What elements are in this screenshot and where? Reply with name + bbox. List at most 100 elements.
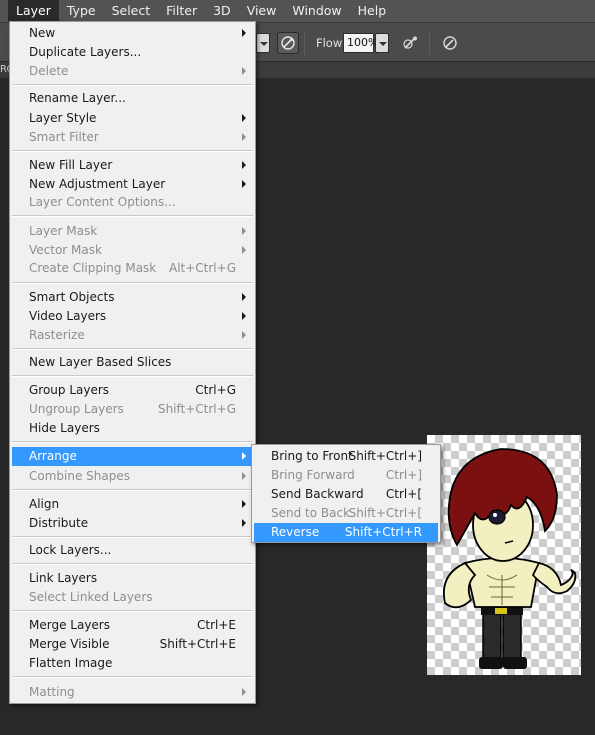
menu-separator <box>12 84 253 86</box>
submenu-arrow-icon <box>242 161 246 169</box>
submenu-arrow-icon <box>242 67 246 75</box>
layer-menu: New Duplicate Layers... Delete Rename La… <box>9 21 256 704</box>
submenu-arrow-icon <box>242 114 246 122</box>
menu-separator <box>12 150 253 152</box>
menu-item-label: Flatten Image <box>29 656 113 670</box>
menu-item-label: Reverse <box>271 525 320 539</box>
menu-separator <box>12 441 253 443</box>
submenu-item-reverse[interactable]: Reverse Shift+Ctrl+R <box>254 523 438 542</box>
menu-item-create-clipping-mask[interactable]: Create Clipping Mask Alt+Ctrl+G <box>12 259 253 278</box>
submenu-arrow-icon <box>242 293 246 301</box>
menu-item-ungroup-layers[interactable]: Ungroup Layers Shift+Ctrl+G <box>12 400 253 419</box>
menu-item-rename-layer[interactable]: Rename Layer... <box>12 89 253 108</box>
menubar-view[interactable]: View <box>239 0 285 22</box>
menu-item-label: Duplicate Layers... <box>29 45 142 59</box>
menu-item-combine-shapes[interactable]: Combine Shapes <box>12 467 253 486</box>
menubar-filter[interactable]: Filter <box>158 0 205 22</box>
menu-item-label: Send Backward <box>271 487 364 501</box>
menu-item-label: Rename Layer... <box>29 91 126 105</box>
submenu-item-bring-forward[interactable]: Bring Forward Ctrl+] <box>254 466 438 485</box>
menubar-layer[interactable]: Layer <box>8 0 59 22</box>
menu-item-align[interactable]: Align <box>12 495 253 514</box>
menu-item-label: Delete <box>29 64 69 78</box>
menubar-help[interactable]: Help <box>350 0 395 22</box>
airbrush-pressure-icon[interactable] <box>277 32 299 54</box>
menu-item-label: Combine Shapes <box>29 469 130 483</box>
menu-item-label: Group Layers <box>29 383 110 397</box>
menubar-select[interactable]: Select <box>104 0 159 22</box>
options-separator <box>304 31 305 55</box>
menu-item-matting[interactable]: Matting <box>12 683 253 702</box>
menu-item-smart-objects[interactable]: Smart Objects <box>12 288 253 307</box>
menu-item-shortcut: Shift+Ctrl+] <box>348 449 422 463</box>
flow-input[interactable]: 100% <box>343 33 378 53</box>
menu-item-smart-filter[interactable]: Smart Filter <box>12 128 253 147</box>
flow-label: Flow: <box>316 36 346 50</box>
menu-separator <box>12 536 253 538</box>
menu-item-duplicate-layers[interactable]: Duplicate Layers... <box>12 43 253 62</box>
menu-item-video-layers[interactable]: Video Layers <box>12 307 253 326</box>
submenu-arrow-icon <box>242 519 246 527</box>
menu-separator <box>12 676 253 678</box>
menu-item-shortcut: Ctrl+[ <box>385 487 422 501</box>
menu-item-merge-layers[interactable]: Merge Layers Ctrl+E <box>12 616 253 635</box>
submenu-arrow-icon <box>242 688 246 696</box>
menu-item-group-layers[interactable]: Group Layers Ctrl+G <box>12 381 253 400</box>
menu-item-label: Distribute <box>29 516 89 530</box>
menu-item-distribute[interactable]: Distribute <box>12 514 253 533</box>
mode-dropdown[interactable] <box>256 33 270 53</box>
tablet-pressure-size-icon[interactable] <box>439 32 461 54</box>
menu-item-new-layer-based-slices[interactable]: New Layer Based Slices <box>12 353 253 372</box>
menu-item-label: New Fill Layer <box>29 158 113 172</box>
submenu-arrow-icon <box>242 452 246 460</box>
menu-item-vector-mask[interactable]: Vector Mask <box>12 241 253 260</box>
menu-item-select-linked-layers[interactable]: Select Linked Layers <box>12 588 253 607</box>
flow-dropdown[interactable] <box>375 33 389 53</box>
menu-separator <box>12 215 253 217</box>
menu-item-layer-content-options[interactable]: Layer Content Options... <box>12 193 253 212</box>
menu-item-label: Hide Layers <box>29 421 100 435</box>
menu-separator <box>12 375 253 377</box>
submenu-item-send-to-back[interactable]: Send to Back Shift+Ctrl+[ <box>254 504 438 523</box>
menu-item-label: Send to Back <box>271 506 351 520</box>
submenu-item-bring-to-front[interactable]: Bring to Front Shift+Ctrl+] <box>254 447 438 466</box>
menu-item-lock-layers[interactable]: Lock Layers... <box>12 541 253 560</box>
menu-item-new[interactable]: New <box>12 24 253 43</box>
options-separator-2 <box>429 31 430 55</box>
menu-item-shortcut: Ctrl+] <box>385 468 422 482</box>
menu-item-delete[interactable]: Delete <box>12 62 253 81</box>
menubar-3d[interactable]: 3D <box>205 0 239 22</box>
airbrush-icon[interactable] <box>400 32 422 54</box>
document-canvas[interactable] <box>427 435 581 675</box>
menu-item-label: Link Layers <box>29 571 98 585</box>
arrange-submenu: Bring to Front Shift+Ctrl+] Bring Forward… <box>251 444 441 543</box>
menu-item-label: Layer Mask <box>29 224 98 238</box>
menu-item-shortcut: Ctrl+G <box>195 383 236 397</box>
menubar-window[interactable]: Window <box>284 0 349 22</box>
menu-item-label: Matting <box>29 685 75 699</box>
character-artwork <box>443 448 577 669</box>
menu-item-arrange[interactable]: Arrange <box>12 447 253 466</box>
menu-item-label: Vector Mask <box>29 243 102 257</box>
menu-item-rasterize[interactable]: Rasterize <box>12 326 253 345</box>
menu-separator <box>12 563 253 565</box>
menu-item-label: Align <box>29 497 60 511</box>
menu-item-link-layers[interactable]: Link Layers <box>12 569 253 588</box>
menubar-type[interactable]: Type <box>59 0 104 22</box>
menu-item-label: Merge Visible <box>29 637 110 651</box>
menu-item-new-adjustment-layer[interactable]: New Adjustment Layer <box>12 175 253 194</box>
menu-item-label: New Layer Based Slices <box>29 355 172 369</box>
menu-item-merge-visible[interactable]: Merge Visible Shift+Ctrl+E <box>12 635 253 654</box>
submenu-item-send-backward[interactable]: Send Backward Ctrl+[ <box>254 485 438 504</box>
menu-item-flatten-image[interactable]: Flatten Image <box>12 654 253 673</box>
submenu-arrow-icon <box>242 500 246 508</box>
menu-bar: Layer Type Select Filter 3D View Window … <box>0 0 595 22</box>
menu-item-label: Smart Filter <box>29 130 99 144</box>
menu-item-label: Merge Layers <box>29 618 110 632</box>
menu-item-layer-style[interactable]: Layer Style <box>12 109 253 128</box>
menu-item-layer-mask[interactable]: Layer Mask <box>12 222 253 241</box>
submenu-arrow-icon <box>242 133 246 141</box>
menu-item-new-fill-layer[interactable]: New Fill Layer <box>12 156 253 175</box>
menu-separator <box>12 348 253 350</box>
menu-item-hide-layers[interactable]: Hide Layers <box>12 419 253 438</box>
